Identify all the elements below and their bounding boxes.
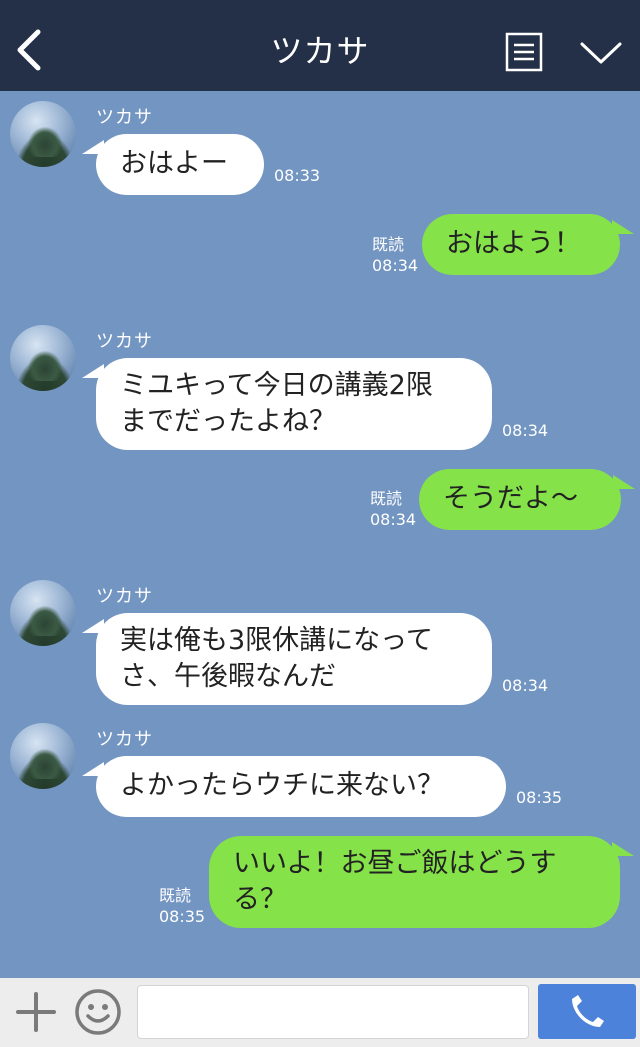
- message-time: 08:35: [516, 788, 563, 807]
- message-text: よかったらウチに来ない？: [120, 770, 444, 801]
- notes-icon[interactable]: [505, 32, 543, 72]
- message-time: 08:34: [502, 676, 549, 695]
- chevron-down-icon[interactable]: [578, 36, 624, 70]
- read-receipt: 既読: [159, 886, 192, 905]
- chat-header: ツカサ: [0, 0, 640, 91]
- message-input-bar: [0, 978, 640, 1047]
- message-bubble[interactable]: おはよー: [96, 134, 264, 195]
- avatar[interactable]: [10, 723, 76, 789]
- message-time: 08:34: [370, 510, 417, 529]
- sender-name: ツカサ: [96, 586, 153, 607]
- avatar[interactable]: [10, 325, 76, 391]
- chat-title: ツカサ: [270, 32, 370, 70]
- message-text-line: 実は俺も3限休講になって: [120, 625, 433, 656]
- message-bubble[interactable]: ミユキって今日の講義2限 までだったよね？: [96, 358, 492, 450]
- message-bubble[interactable]: 実は俺も3限休講になって さ、午後暇なんだ: [96, 613, 492, 705]
- message-bubble[interactable]: おはよう！: [422, 214, 620, 275]
- bubble-tail: [612, 220, 634, 234]
- message-text-line: ミユキって今日の講義2限: [120, 370, 433, 401]
- message-text-line: までだったよね？: [120, 406, 336, 437]
- message-text-line: いいよ！お昼ご飯はどうす: [233, 848, 557, 879]
- read-receipt: 既読: [372, 235, 405, 254]
- smiley-icon[interactable]: [74, 988, 122, 1036]
- plus-icon[interactable]: [14, 990, 58, 1034]
- message-text: おはよう！: [446, 228, 581, 259]
- avatar[interactable]: [10, 580, 76, 646]
- message-time: 08:34: [372, 256, 419, 275]
- message-bubble[interactable]: そうだよ〜: [419, 469, 621, 530]
- message-time: 08:35: [159, 907, 206, 926]
- message-text: おはよー: [120, 148, 228, 179]
- message-text: そうだよ〜: [443, 483, 578, 514]
- message-time: 08:33: [274, 166, 321, 185]
- bubble-tail: [613, 475, 635, 489]
- call-button[interactable]: [538, 984, 636, 1039]
- avatar[interactable]: [10, 101, 76, 167]
- bubble-tail: [612, 842, 634, 856]
- sender-name: ツカサ: [96, 107, 153, 128]
- message-bubble[interactable]: よかったらウチに来ない？: [96, 756, 506, 817]
- sender-name: ツカサ: [96, 331, 153, 352]
- phone-icon: [572, 995, 604, 1027]
- message-bubble[interactable]: いいよ！お昼ご飯はどうす る？: [209, 836, 620, 928]
- message-time: 08:34: [502, 421, 549, 440]
- message-text-line: さ、午後暇なんだ: [120, 661, 336, 692]
- sender-name: ツカサ: [96, 729, 153, 750]
- read-receipt: 既読: [370, 489, 403, 508]
- message-input[interactable]: [137, 985, 529, 1039]
- message-text-line: る？: [233, 884, 287, 915]
